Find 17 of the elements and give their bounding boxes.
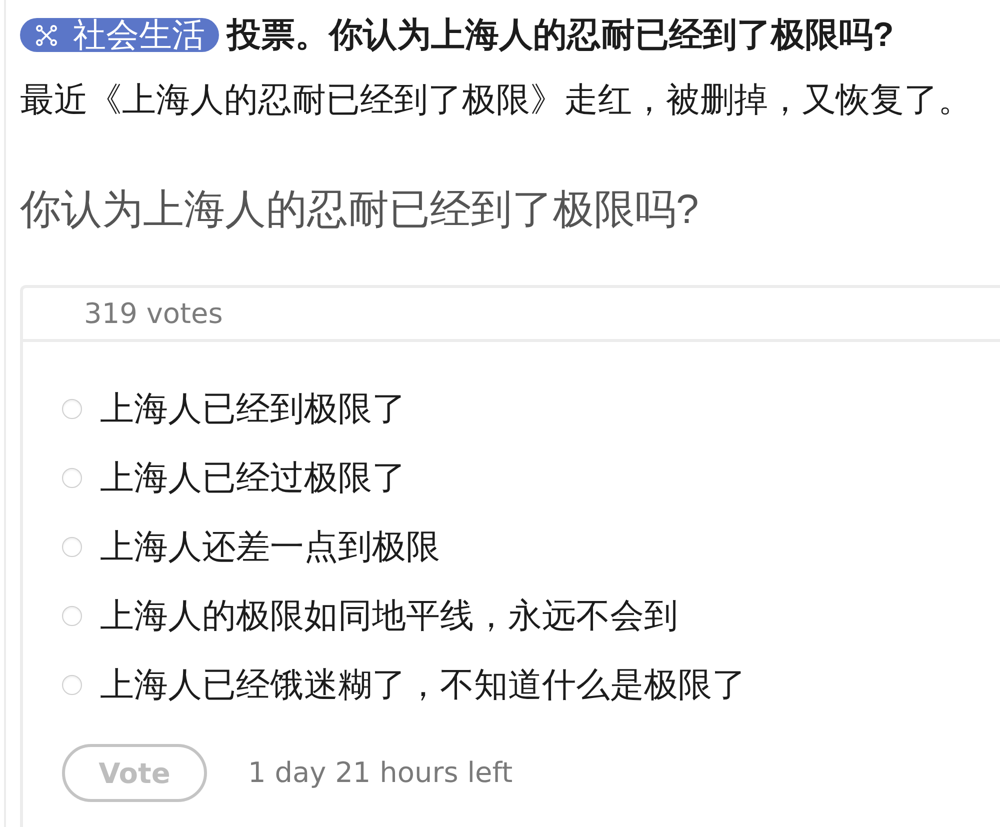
radio-button[interactable] — [62, 398, 82, 418]
radio-button[interactable] — [62, 674, 82, 694]
option-label: 上海人已经饿迷糊了，不知道什么是极限了 — [100, 664, 746, 704]
network-icon — [36, 24, 57, 46]
poll-question: 你认为上海人的忍耐已经到了极限吗? — [20, 185, 700, 233]
option-label: 上海人已经过极限了 — [100, 458, 406, 498]
post-title[interactable]: 投票。你认为上海人的忍耐已经到了极限吗? — [227, 17, 894, 53]
option-label: 上海人已经到极限了 — [100, 388, 406, 428]
radio-button[interactable] — [62, 468, 82, 488]
option-label: 上海人还差一点到极限 — [100, 526, 440, 566]
radio-button[interactable] — [62, 606, 82, 626]
time-remaining: 1 day 21 hours left — [248, 755, 513, 791]
post-body-text: 最近《上海人的忍耐已经到了极限》走红，被删掉，又恢复了。 — [20, 80, 973, 120]
vote-count: 319 votes — [84, 296, 223, 332]
radio-button[interactable] — [62, 536, 82, 556]
flair-tag[interactable]: 社会生活 — [20, 18, 219, 52]
option-label: 上海人的极限如同地平线，永远不会到 — [100, 596, 678, 636]
